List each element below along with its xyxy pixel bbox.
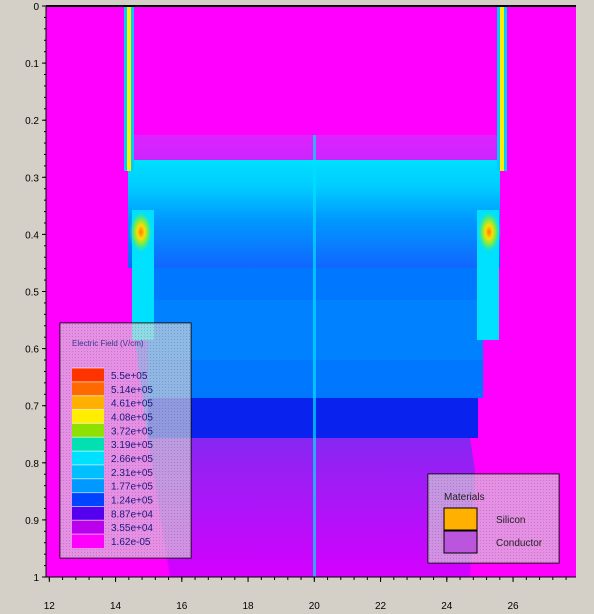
colormap-swatch [72,437,104,452]
x-tick-label: 20 [309,601,321,612]
colormap-swatch [72,478,104,493]
colormap-label: 4.61e+05 [111,399,153,410]
y-tick-label: 0.6 [25,345,39,356]
x-tick-label: 24 [441,601,453,612]
colormap-legend-title: Electric Field (V/cm) [72,339,144,348]
colormap-label: 1.62e-05 [111,537,151,548]
x-tick-label: 26 [508,601,520,612]
x-tick-label: 12 [44,601,56,612]
colormap-swatch [72,534,104,548]
x-tick-label: 18 [243,601,255,612]
colormap-label: 2.31e+05 [111,468,153,479]
material-label: Silicon [496,515,525,526]
colormap-label: 1.77e+05 [111,482,153,493]
colormap-label: 5.5e+05 [111,371,148,382]
materials-legend: Materials Silicon Conductor [427,473,560,564]
y-tick-label: 0.7 [25,402,39,413]
y-tick-label: 0 [33,2,39,13]
colormap-label: 1.24e+05 [111,496,153,507]
y-tick-label: 0.1 [25,59,39,70]
colormap-swatch [72,368,104,382]
colormap-swatch [72,381,104,396]
y-axis-ticks: 0 0.1 0.2 0.3 0.4 0.5 0.6 0.7 0.8 0.9 1 [25,2,46,584]
materials-legend-title: Materials [444,492,485,503]
y-tick-label: 0.3 [25,173,39,184]
colormap-swatch [72,506,104,521]
colormap-legend: Electric Field (V/cm) 5.5e+05 5.14e+05 4.6… [59,322,192,559]
x-tick-label: 22 [375,601,387,612]
y-tick-label: 0.9 [25,516,39,527]
colormap-label: 3.55e+04 [111,523,153,534]
y-tick-label: 0.2 [25,116,39,127]
colormap-label: 8.87e+04 [111,509,153,520]
y-tick-label: 0.4 [25,230,39,241]
electric-field-plot: 0 0.1 0.2 0.3 0.4 0.5 0.6 0.7 0.8 0.9 1 12 14 16 18 20… [25,2,576,612]
y-tick-label: 0.5 [25,288,39,299]
colormap-swatch [72,492,104,507]
x-axis-ticks: 12 14 16 18 20 22 24 26 [44,577,567,612]
colormap-swatch [72,520,104,535]
colormap-swatch [72,409,104,424]
x-tick-label: 14 [110,601,122,612]
y-tick-label: 0.8 [25,459,39,470]
colormap-label: 3.19e+05 [111,440,153,451]
colormap-swatch [72,464,104,479]
colormap-label: 3.72e+05 [111,426,153,437]
colormap-label: 2.66e+05 [111,454,153,465]
material-swatch [443,507,478,531]
colormap-label: 5.14e+05 [111,385,153,396]
y-tick-label: 1 [33,573,39,584]
colormap-label: 4.08e+05 [111,412,153,423]
colormap-swatch [72,451,104,465]
colormap-swatch [72,423,104,438]
colormap-swatch [72,395,104,410]
material-swatch [443,530,478,554]
x-tick-label: 16 [176,601,188,612]
material-label: Conductor [496,538,543,549]
